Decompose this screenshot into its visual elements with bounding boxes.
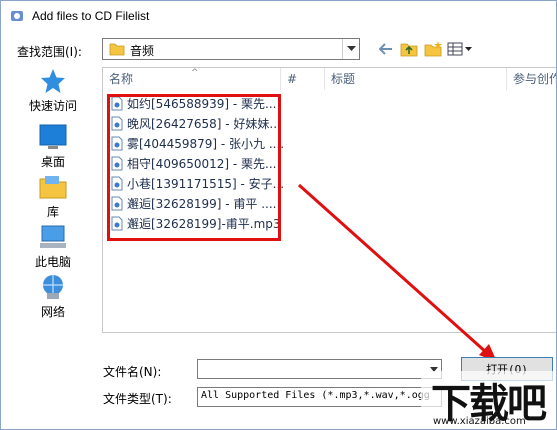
folder-icon: [109, 43, 125, 56]
place-label: 快速访问: [28, 99, 77, 113]
column-title[interactable]: 标题: [325, 68, 507, 90]
library-icon: [39, 176, 67, 199]
audio-file-icon: [111, 136, 123, 150]
star-icon: [41, 69, 65, 93]
audio-file-icon: [111, 116, 123, 130]
filename-label: 文件名(N):: [103, 365, 162, 379]
audio-file-icon: [111, 156, 123, 170]
list-header: 名称 ^ # 标题 参与创作: [103, 68, 556, 90]
column-artist[interactable]: 参与创作: [507, 68, 556, 90]
computer-icon: [40, 225, 66, 248]
look-in-label: 查找范围(I):: [17, 45, 82, 59]
up-folder-icon[interactable]: [399, 39, 419, 59]
list-item[interactable]: 小巷[1391171515] - 安子...: [111, 173, 286, 193]
desktop-icon: [39, 124, 67, 149]
place-desktop[interactable]: 桌面: [13, 123, 93, 175]
filetype-label: 文件类型(T):: [103, 392, 172, 406]
place-library[interactable]: 库: [13, 173, 93, 225]
place-label: 库: [46, 205, 59, 219]
network-icon: [43, 275, 63, 299]
list-item[interactable]: 邂逅[32628199]-甫平.mp3: [111, 213, 286, 233]
add-files-dialog: Add files to CD Filelist 查找范围(I): 音频 快速访…: [0, 0, 557, 430]
audio-file-icon: [111, 216, 123, 230]
filename-input[interactable]: [197, 359, 442, 379]
audio-file-icon: [111, 196, 123, 210]
place-label: 此电脑: [34, 255, 71, 269]
column-name[interactable]: 名称 ^: [103, 68, 281, 90]
new-folder-icon[interactable]: [423, 39, 443, 59]
column-number[interactable]: #: [281, 68, 325, 90]
back-icon[interactable]: [377, 39, 395, 59]
audio-file-icon: [111, 96, 123, 110]
chevron-down-icon[interactable]: [342, 39, 359, 59]
app-icon: [11, 11, 23, 21]
window-title: Add files to CD Filelist: [32, 9, 150, 23]
look-in-combo[interactable]: 音频: [102, 38, 360, 60]
filetype-value: All Supported Files (*.mp3,*.wav,*.ogg: [201, 390, 430, 401]
title-bar: Add files to CD Filelist: [1, 1, 556, 32]
list-item[interactable]: 邂逅[32628199] - 甫平 ....: [111, 193, 286, 213]
audio-file-icon: [111, 176, 123, 190]
list-item[interactable]: 晚风[26427658] - 好妹妹...: [111, 113, 286, 133]
list-item[interactable]: 相守[409650012] - 栗先...: [111, 153, 286, 173]
place-label: 网络: [40, 305, 65, 319]
list-item[interactable]: 如约[546588939] - 栗先...: [111, 93, 286, 113]
file-list[interactable]: 名称 ^ # 标题 参与创作 如约[546588939] - 栗先... 晚风[…: [102, 67, 556, 333]
place-quick-access[interactable]: 快速访问: [13, 67, 93, 119]
watermark-url: www.xiazaiba.com: [433, 416, 526, 427]
list-item[interactable]: 雾[404459879] - 张小九 ....: [111, 133, 286, 153]
sort-up-icon: ^: [191, 68, 199, 78]
look-in-value: 音频: [130, 44, 155, 58]
place-label: 桌面: [40, 155, 65, 169]
filetype-select[interactable]: All Supported Files (*.mp3,*.wav,*.ogg: [197, 387, 442, 407]
place-network[interactable]: 网络: [13, 273, 93, 325]
view-menu-icon[interactable]: [446, 39, 474, 59]
place-this-pc[interactable]: 此电脑: [13, 223, 93, 275]
